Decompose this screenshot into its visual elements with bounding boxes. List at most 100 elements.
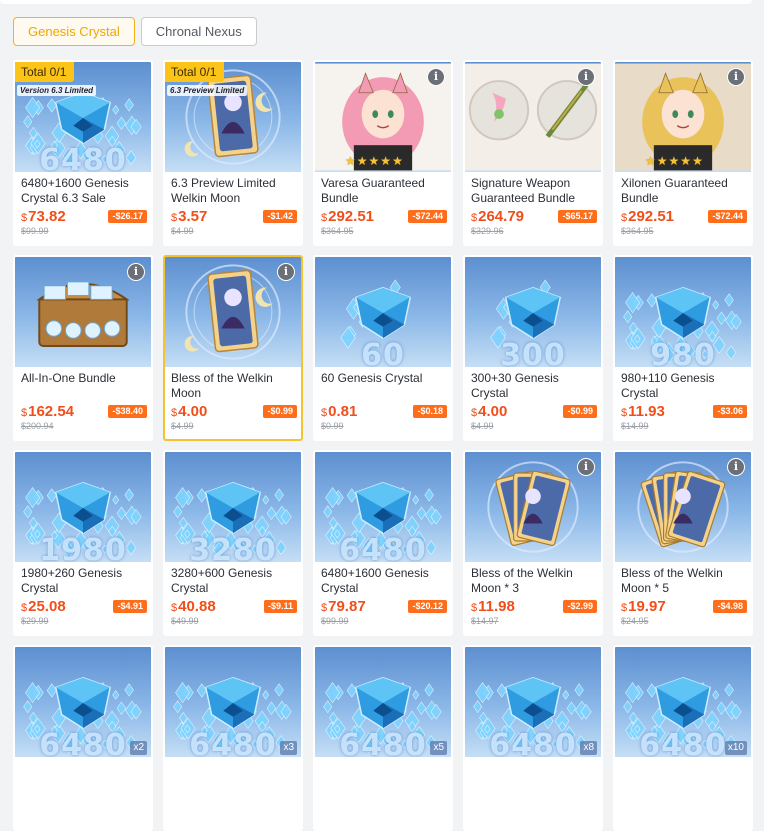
product-title: 6.3 Preview Limited Welkin Moon — [171, 176, 276, 205]
original-price: $4.99 — [171, 421, 194, 431]
currency-symbol: $ — [621, 602, 628, 614]
product-card[interactable]: 6480 x5 — [313, 645, 453, 831]
product-card[interactable]: 1980 1980+260 Genesis Crystal $25.08 -$4.91… — [13, 450, 153, 636]
price-value: 11.93 — [628, 403, 665, 420]
info-icon[interactable]: i — [577, 68, 595, 86]
product-card[interactable]: Total 0/1 6.3 Preview Limited 6.3 Preview … — [163, 60, 303, 246]
product-card[interactable]: i Signature Weapon Guaranteed Bundle $264.… — [463, 60, 603, 246]
product-title: Xilonen Guaranteed Bundle — [621, 176, 728, 205]
product-card[interactable]: ★ ★ ★ ★ ★ i Varesa Guaranteed Bundle $292.51 -$7… — [313, 60, 453, 246]
price-row: $79.87 -$20.12 — [321, 599, 447, 615]
currency-symbol: $ — [321, 212, 328, 224]
original-price: $364.95 — [321, 226, 354, 236]
multiplier-badge: x3 — [280, 741, 297, 755]
product-image: 6480 x10 — [615, 647, 751, 757]
info-icon[interactable]: i — [727, 458, 745, 476]
product-image: 6480 x8 — [465, 647, 601, 757]
product-image: 300 — [465, 257, 601, 367]
purchase-limit-badge: Total 0/1 — [165, 62, 225, 82]
product-image: 6480 x2 — [15, 647, 151, 757]
info-icon[interactable]: i — [577, 458, 595, 476]
original-price: $4.99 — [471, 421, 494, 431]
category-tabs: Genesis Crystal Chronal Nexus — [13, 17, 257, 46]
product-card[interactable]: 6480 x2 — [13, 645, 153, 831]
price-value: 292.51 — [628, 208, 675, 225]
tab-genesis-crystal[interactable]: Genesis Crystal — [13, 17, 135, 46]
discount-badge: -$0.99 — [263, 405, 297, 418]
rarity-stars: ★ ★ ★ ★ ★ — [345, 154, 403, 168]
currency-symbol: $ — [621, 407, 628, 419]
original-price: $99.99 — [321, 616, 349, 626]
price-row: $264.79 -$65.17 — [471, 209, 597, 225]
product-card[interactable]: 980 980+110 Genesis Crystal $11.93 -$3.06 $1… — [613, 255, 753, 441]
crystal-amount-art: 6480 — [39, 143, 127, 172]
crystal-amount-art: 980 — [650, 338, 716, 367]
info-icon[interactable]: i — [427, 68, 445, 86]
info-icon[interactable]: i — [127, 263, 145, 281]
info-icon[interactable]: i — [727, 68, 745, 86]
product-title: Varesa Guaranteed Bundle — [321, 176, 425, 205]
product-card[interactable]: i Bless of the Welkin Moon * 3 $11.98 -$2.9… — [463, 450, 603, 636]
price-row: $19.97 -$4.98 — [621, 599, 747, 615]
multiplier-badge: x10 — [724, 741, 747, 755]
price-value: 19.97 — [628, 598, 666, 615]
product-card[interactable]: 6480 Total 0/1 Version 6.3 Limited 6480+160… — [13, 60, 153, 246]
discount-badge: -$1.42 — [263, 210, 297, 223]
discount-badge: -$20.12 — [408, 600, 447, 613]
current-price: $4.00 — [471, 404, 507, 421]
star-icon: ★ — [345, 154, 356, 168]
current-price: $292.51 — [321, 209, 374, 226]
top-bar — [0, 0, 752, 4]
price-value: 4.00 — [178, 403, 208, 420]
product-title: Bless of the Welkin Moon — [171, 371, 273, 400]
original-price: $29.99 — [21, 616, 49, 626]
discount-badge: -$4.91 — [113, 600, 147, 613]
current-price: $79.87 — [321, 599, 366, 616]
product-card[interactable]: 60 60 Genesis Crystal $0.81 -$0.18 $0.99 — [313, 255, 453, 441]
discount-badge: -$72.44 — [408, 210, 447, 223]
product-card[interactable]: 6480 x3 — [163, 645, 303, 831]
original-price: $329.96 — [471, 226, 504, 236]
product-card[interactable]: i Bless of the Welkin Moon $4.00 -$0.99 $4.9… — [163, 255, 303, 441]
price-row: $3.57 -$1.42 — [171, 209, 297, 225]
tab-chronal-nexus[interactable]: Chronal Nexus — [140, 17, 257, 46]
discount-badge: -$3.06 — [713, 405, 747, 418]
product-card[interactable]: 6480 6480+1600 Genesis Crystal $79.87 -$20.… — [313, 450, 453, 636]
product-card[interactable]: 6480 x8 — [463, 645, 603, 831]
currency-symbol: $ — [471, 212, 478, 224]
limited-tag: 6.3 Preview Limited — [167, 85, 248, 96]
discount-badge: -$72.44 — [708, 210, 747, 223]
product-card[interactable]: 6480 x10 — [613, 645, 753, 831]
star-icon: ★ — [692, 154, 703, 168]
current-price: $3.57 — [171, 209, 207, 226]
original-price: $99.99 — [21, 226, 49, 236]
product-card[interactable]: ★ ★ ★ ★ ★ i Xilonen Guaranteed Bundle $292.51 -$… — [613, 60, 753, 246]
price-value: 264.79 — [478, 208, 525, 225]
price-row: $4.00 -$0.99 — [171, 404, 297, 420]
product-card[interactable]: 3280 3280+600 Genesis Crystal $40.88 -$9.11… — [163, 450, 303, 636]
product-card[interactable]: i Bless of the Welkin Moon * 5 $19.97 -$4.9… — [613, 450, 753, 636]
price-row: $4.00 -$0.99 — [471, 404, 597, 420]
product-image: 6480 — [315, 452, 451, 562]
discount-badge: -$4.98 — [713, 600, 747, 613]
current-price: $11.98 — [471, 599, 515, 616]
multiplier-badge: x2 — [130, 741, 147, 755]
price-row: $73.82 -$26.17 — [21, 209, 147, 225]
currency-symbol: $ — [321, 407, 328, 419]
current-price: $73.82 — [21, 209, 66, 226]
current-price: $25.08 — [21, 599, 66, 616]
price-row: $0.81 -$0.18 — [321, 404, 447, 420]
product-grid: 6480 Total 0/1 Version 6.3 Limited 6480+160… — [13, 60, 753, 831]
crystal-amount-art: 1980 — [39, 533, 127, 562]
limited-tag: Version 6.3 Limited — [17, 85, 97, 96]
star-icon: ★ — [680, 154, 692, 168]
price-value: 79.87 — [328, 598, 366, 615]
multiplier-badge: x8 — [580, 741, 597, 755]
current-price: $40.88 — [171, 599, 216, 616]
product-card[interactable]: i All-In-One Bundle $162.54 -$38.40 $200.94 — [13, 255, 153, 441]
price-row: $40.88 -$9.11 — [171, 599, 297, 615]
product-title: 60 Genesis Crystal — [321, 371, 423, 385]
product-card[interactable]: 300 300+30 Genesis Crystal $4.00 -$0.99 $4.9… — [463, 255, 603, 441]
price-row: $11.93 -$3.06 — [621, 404, 747, 420]
info-icon[interactable]: i — [277, 263, 295, 281]
